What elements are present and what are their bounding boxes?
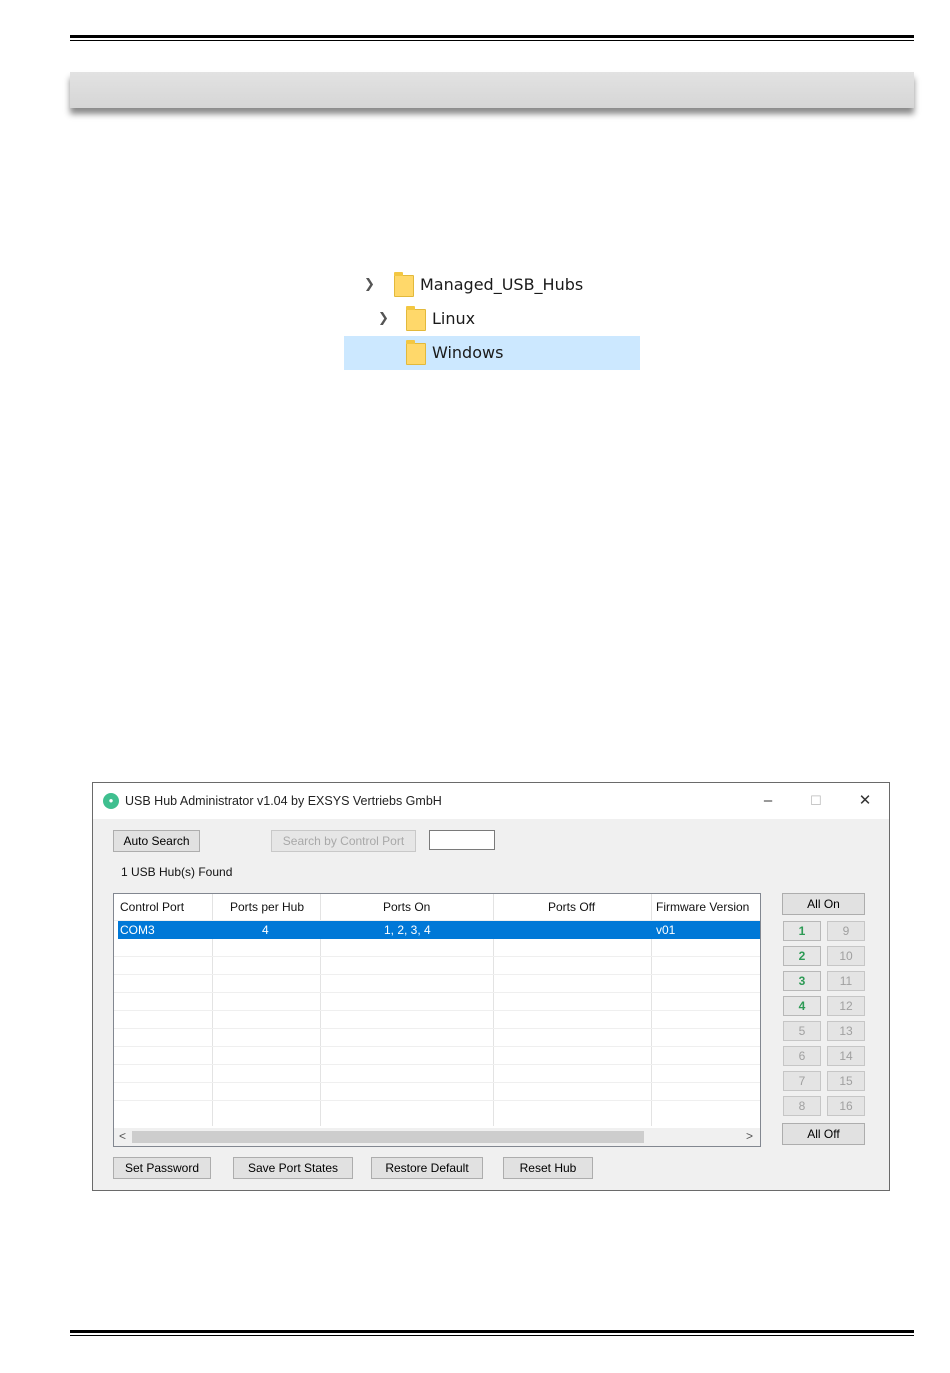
port-15-button[interactable]: 15 — [827, 1071, 865, 1091]
restore-default-button[interactable]: Restore Default — [371, 1157, 483, 1179]
port-1-button[interactable]: 1 — [783, 921, 821, 941]
top-rule — [70, 35, 914, 41]
cell-ports-per-hub: 4 — [262, 923, 269, 937]
port-9-button[interactable]: 9 — [827, 921, 865, 941]
row-divider — [114, 992, 760, 993]
search-by-control-port-button[interactable]: Search by Control Port — [271, 830, 416, 852]
row-divider — [114, 974, 760, 975]
tree-item-linux[interactable]: ❯ Linux — [344, 302, 640, 336]
column-header-control-port[interactable]: Control Port — [120, 894, 184, 920]
cell-control-port: COM3 — [120, 923, 155, 937]
chevron-right-icon[interactable]: ❯ — [378, 311, 389, 326]
port-14-button[interactable]: 14 — [827, 1046, 865, 1066]
column-header-ports-per-hub[interactable]: Ports per Hub — [230, 894, 304, 920]
window-title: USB Hub Administrator v1.04 by EXSYS Ver… — [125, 794, 442, 808]
column-header-firmware-version[interactable]: Firmware Version — [656, 894, 749, 920]
row-divider — [114, 1028, 760, 1029]
port-10-button[interactable]: 10 — [827, 946, 865, 966]
hub-table[interactable]: Control Port Ports per Hub Ports On Port… — [113, 893, 761, 1147]
folder-icon — [406, 340, 426, 365]
folder-icon — [394, 272, 414, 297]
tree-item-windows[interactable]: Windows — [344, 336, 640, 370]
column-header-ports-on[interactable]: Ports On — [383, 894, 430, 920]
minimize-button[interactable]: – — [753, 789, 783, 813]
row-divider — [114, 1082, 760, 1083]
scroll-left-icon[interactable]: < — [119, 1129, 126, 1143]
row-divider — [114, 1046, 760, 1047]
row-divider — [114, 1064, 760, 1065]
tree-item-label: Linux — [432, 309, 476, 328]
usb-hub-admin-window: ● USB Hub Administrator v1.04 by EXSYS V… — [92, 782, 890, 1191]
bottom-rule — [70, 1330, 914, 1336]
tree-item-label: Managed_USB_Hubs — [420, 275, 584, 294]
port-13-button[interactable]: 13 — [827, 1021, 865, 1041]
hubs-found-label: 1 USB Hub(s) Found — [121, 865, 233, 879]
port-16-button[interactable]: 16 — [827, 1096, 865, 1116]
port-2-button[interactable]: 2 — [783, 946, 821, 966]
title-bar[interactable]: ● USB Hub Administrator v1.04 by EXSYS V… — [93, 783, 889, 819]
column-header-ports-off[interactable]: Ports Off — [548, 894, 595, 920]
port-11-button[interactable]: 11 — [827, 971, 865, 991]
reset-hub-button[interactable]: Reset Hub — [503, 1157, 593, 1179]
port-7-button[interactable]: 7 — [783, 1071, 821, 1091]
set-password-button[interactable]: Set Password — [113, 1157, 211, 1179]
maximize-button[interactable]: ☐ — [801, 789, 831, 813]
tree-item-label: Windows — [432, 343, 504, 362]
chevron-down-icon[interactable]: ❯ — [364, 277, 375, 292]
control-port-input[interactable] — [429, 830, 495, 850]
folder-icon — [406, 306, 426, 331]
cell-firmware-version: v01 — [656, 923, 676, 937]
row-divider — [114, 956, 760, 957]
cell-ports-on: 1, 2, 3, 4 — [384, 923, 431, 937]
section-heading-bar — [70, 72, 914, 108]
horizontal-scrollbar[interactable]: < > — [114, 1128, 760, 1146]
tree-item-managed-usb-hubs[interactable]: ❯ Managed_USB_Hubs — [344, 268, 640, 302]
save-port-states-button[interactable]: Save Port States — [233, 1157, 353, 1179]
close-button[interactable]: ✕ — [850, 789, 880, 813]
port-5-button[interactable]: 5 — [783, 1021, 821, 1041]
port-4-button[interactable]: 4 — [783, 996, 821, 1016]
folder-tree: ❯ Managed_USB_Hubs ❯ Linux Windows — [344, 268, 640, 374]
port-12-button[interactable]: 12 — [827, 996, 865, 1016]
port-3-button[interactable]: 3 — [783, 971, 821, 991]
auto-search-button[interactable]: Auto Search — [113, 830, 200, 852]
all-on-button[interactable]: All On — [782, 893, 865, 915]
all-off-button[interactable]: All Off — [782, 1123, 865, 1145]
port-6-button[interactable]: 6 — [783, 1046, 821, 1066]
row-divider — [114, 1010, 760, 1011]
port-8-button[interactable]: 8 — [783, 1096, 821, 1116]
scrollbar-thumb[interactable] — [132, 1131, 644, 1143]
row-divider — [114, 1100, 760, 1101]
scroll-right-icon[interactable]: > — [746, 1129, 753, 1143]
app-icon: ● — [103, 793, 119, 809]
